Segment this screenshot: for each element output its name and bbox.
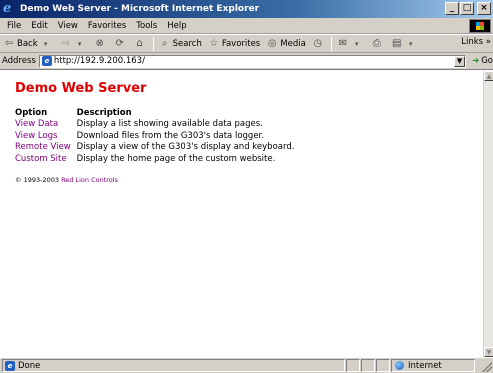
edit-button[interactable]: ▤ ▾: [388, 36, 422, 52]
minimize-button[interactable]: _: [445, 2, 459, 15]
vertical-scrollbar[interactable]: ▲ ▼: [483, 71, 493, 357]
row-description: Display a view of the G303's display and…: [76, 142, 295, 152]
table-row: View Data Display a list showing availab…: [15, 119, 300, 131]
maximize-button[interactable]: □: [460, 2, 474, 15]
options-table: Option Description View Data Display a l…: [15, 108, 300, 165]
menu-tools[interactable]: Tools: [131, 21, 162, 31]
refresh-icon: ⟳: [115, 38, 124, 49]
go-arrow-icon: ➜: [472, 56, 480, 66]
mail-icon: ✉: [338, 38, 347, 49]
copyright-text: © 1993-2003: [15, 176, 59, 184]
print-button[interactable]: ⎙: [368, 36, 388, 52]
go-label: Go: [481, 56, 493, 66]
custom-site-link[interactable]: Custom Site: [15, 154, 77, 166]
edit-page-icon: ▤: [392, 38, 402, 49]
windows-logo-icon: [469, 19, 491, 33]
copyright-notice: © 1993-2003 Red Lion Controls: [15, 176, 468, 184]
media-button[interactable]: ◎ Media: [263, 36, 309, 52]
forward-arrow-icon: ⇨: [61, 38, 70, 49]
menu-file[interactable]: File: [2, 21, 26, 31]
status-text: Done: [18, 360, 41, 371]
address-input[interactable]: e http://192.9.200.163/ ▼: [38, 54, 467, 68]
menu-favorites[interactable]: Favorites: [83, 21, 131, 31]
remote-view-link[interactable]: Remote View: [15, 142, 77, 154]
search-button[interactable]: ⌕ Search: [156, 36, 205, 52]
status-bar: e Done Internet: [0, 357, 493, 373]
address-bar: Address e http://192.9.200.163/ ▼ ➜ Go: [0, 53, 493, 70]
back-arrow-icon: ⇦: [4, 38, 14, 49]
media-icon: ◎: [267, 38, 277, 49]
row-description: Download files from the G303's data logg…: [76, 130, 264, 141]
forward-button[interactable]: ⇨ ▾: [57, 36, 91, 52]
menu-help[interactable]: Help: [162, 21, 191, 31]
scroll-up-button[interactable]: ▲: [484, 71, 493, 81]
internet-globe-icon: [395, 361, 404, 370]
close-button[interactable]: ×: [477, 2, 491, 15]
toolbar-separator: [152, 36, 154, 51]
menu-edit[interactable]: Edit: [26, 21, 52, 31]
address-dropdown-button[interactable]: ▼: [454, 55, 466, 67]
table-row: Custom Site Display the home page of the…: [15, 154, 300, 166]
status-zone-pane: Internet: [391, 359, 475, 372]
window-controls: _ □ ×: [445, 2, 491, 15]
favorites-icon: ☆: [209, 38, 219, 49]
column-header-description: Description: [76, 108, 132, 118]
resize-grip[interactable]: [482, 362, 492, 372]
stop-button[interactable]: ⊗: [91, 36, 111, 52]
favorites-button[interactable]: ☆ Favorites: [205, 36, 263, 52]
mail-button[interactable]: ✉ ▾: [334, 36, 368, 52]
view-logs-link[interactable]: View Logs: [15, 131, 77, 143]
page-done-icon: e: [5, 360, 15, 371]
search-icon: ⌕: [161, 38, 168, 49]
status-pane-blank: [361, 359, 375, 372]
back-label: Back: [17, 38, 38, 49]
menu-bar: File Edit View Favorites Tools Help: [0, 18, 493, 34]
red-lion-link[interactable]: Red Lion Controls: [61, 176, 118, 184]
stop-icon: ⊗: [95, 38, 104, 49]
address-url: http://192.9.200.163/: [53, 56, 145, 66]
toolbar-separator: [330, 36, 332, 51]
dropdown-arrow-icon: ▾: [409, 39, 413, 48]
view-data-link[interactable]: View Data: [15, 119, 77, 131]
dropdown-arrow-icon: ▾: [77, 39, 82, 48]
row-description: Display the home page of the custom webs…: [76, 153, 276, 164]
zone-label: Internet: [408, 360, 442, 371]
column-header-option: Option: [15, 108, 48, 118]
table-row: View Logs Download files from the G303's…: [15, 131, 300, 143]
page-icon: e: [41, 56, 52, 66]
page-content: Demo Web Server Option Description View …: [0, 71, 483, 357]
row-description: Display a list showing available data pa…: [76, 119, 263, 129]
menu-view[interactable]: View: [53, 21, 83, 31]
media-label: Media: [280, 38, 306, 49]
table-row: Remote View Display a view of the G303's…: [15, 142, 300, 154]
history-icon: ◷: [313, 38, 323, 49]
page-title: Demo Web Server: [15, 81, 147, 96]
go-button[interactable]: ➜ Go: [472, 56, 493, 66]
table-header-row: Option Description: [15, 108, 300, 119]
title-bar: e Demo Web Server - Microsoft Internet E…: [0, 0, 493, 18]
print-icon: ⎙: [372, 38, 381, 49]
back-button[interactable]: ⇦ Back ▾: [0, 36, 57, 52]
favorites-label: Favorites: [221, 38, 261, 49]
home-button[interactable]: ⌂: [131, 36, 151, 52]
status-pane-blank: [346, 359, 360, 372]
dropdown-arrow-icon: ▾: [355, 39, 359, 48]
toolbar: ⇦ Back ▾ ⇨ ▾ ⊗ ⟳ ⌂ ⌕ Search ☆ Favorites …: [0, 35, 493, 53]
ie-logo-icon: e: [3, 0, 12, 16]
links-button[interactable]: Links »: [461, 37, 491, 47]
dropdown-arrow-icon: ▾: [43, 39, 48, 48]
status-pane-blank: [376, 359, 390, 372]
scroll-down-button[interactable]: ▼: [484, 347, 493, 357]
window-title: Demo Web Server - Microsoft Internet Exp…: [20, 4, 260, 14]
status-main-pane: e Done: [2, 359, 345, 372]
home-icon: ⌂: [136, 38, 143, 49]
address-label: Address: [2, 56, 36, 66]
history-button[interactable]: ◷: [309, 36, 329, 52]
search-label: Search: [172, 38, 202, 49]
refresh-button[interactable]: ⟳: [111, 36, 131, 52]
